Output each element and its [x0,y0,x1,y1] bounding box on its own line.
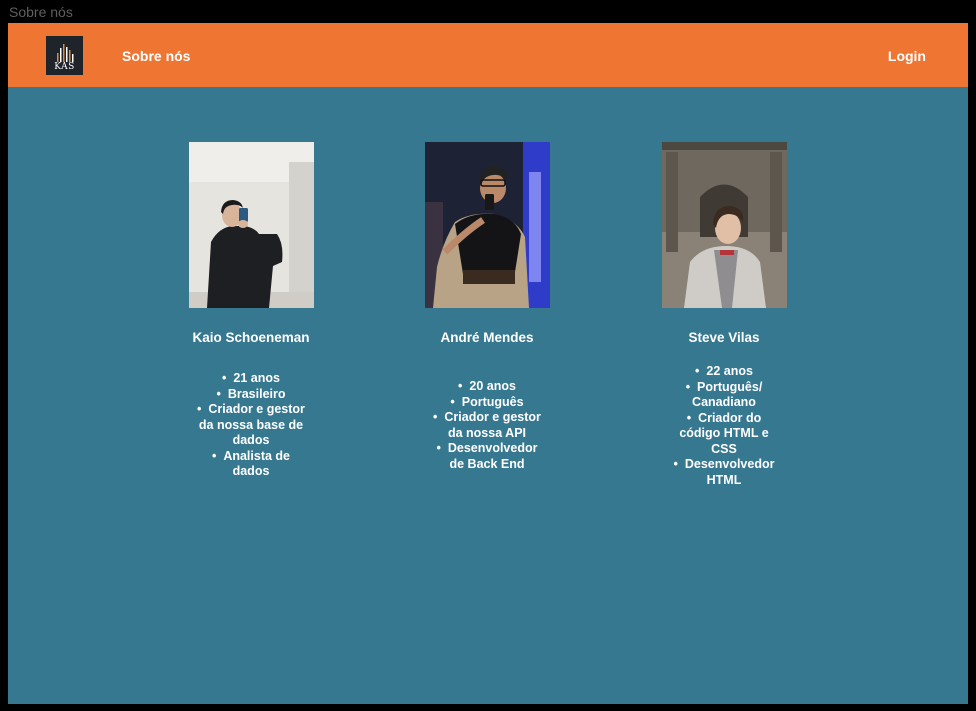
page-frame: KAS Sobre nós Login Kaio Schoeneman 21 a… [8,23,968,704]
member-photo-andre [424,142,550,308]
member-photo-steve [661,142,787,308]
list-item: Desenvolvedor de Back End [428,441,546,472]
member-name: Steve Vilas [688,330,760,345]
list-item: Português [428,395,546,411]
member-card-andre: André Mendes 20 anos Português Criador e… [387,142,587,472]
kas-logo[interactable]: KAS [46,36,83,75]
nav-link-sobre-nos[interactable]: Sobre nós [122,48,190,64]
member-card-kaio: Kaio Schoeneman 21 anos Brasileiro Criad… [151,142,351,480]
list-item: 22 anos [665,364,783,380]
list-item: Brasileiro [192,387,310,403]
member-card-steve: Steve Vilas 22 anos Português/ Canadiano… [624,142,824,488]
logo-text: KAS [54,62,75,72]
list-item: Criador do código HTML e CSS [665,411,783,458]
list-item: Criador e gestor da nossa base de dados [192,402,310,449]
list-item: Criador e gestor da nossa API [428,410,546,441]
member-photo-kaio [188,142,314,308]
member-name: Kaio Schoeneman [192,330,310,345]
member-bullet-list: 21 anos Brasileiro Criador e gestor da n… [192,371,310,480]
nav-link-login[interactable]: Login [888,48,926,64]
member-name: André Mendes [440,330,534,345]
list-item: Desenvolvedor HTML [665,457,783,488]
list-item: Português/ Canadiano [665,380,783,411]
frame-title: Sobre nós [9,4,73,20]
navbar: KAS Sobre nós Login [8,23,968,87]
list-item: Analista de dados [192,449,310,480]
member-bullet-list: 22 anos Português/ Canadiano Criador do … [665,364,783,488]
list-item: 20 anos [428,379,546,395]
member-bullet-list: 20 anos Português Criador e gestor da no… [428,379,546,472]
list-item: 21 anos [192,371,310,387]
